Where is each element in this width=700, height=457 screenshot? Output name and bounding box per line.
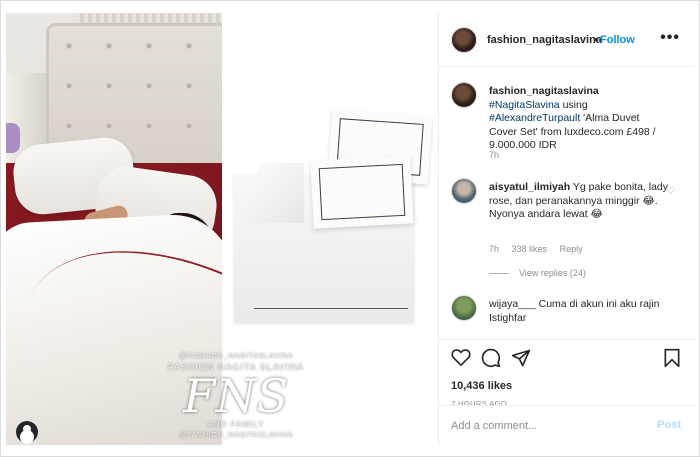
view-replies-button[interactable]: View replies (24) xyxy=(489,268,586,278)
tagged-user-icon[interactable] xyxy=(16,421,38,443)
comment-time: 7h xyxy=(489,244,500,254)
heart-icon[interactable] xyxy=(451,348,471,371)
comment-meta: 7h 338 likes Reply xyxy=(489,244,593,254)
post-header: fashion_nagitaslavina • Follow ••• xyxy=(439,13,694,67)
comment-username[interactable]: aisyatul_ilmiyah xyxy=(489,181,570,193)
caption-text: fashion_nagitaslavina #NagitaSlavina usi… xyxy=(489,85,669,153)
comment-likes[interactable]: 338 likes xyxy=(512,244,548,254)
comment-username[interactable]: wijaya___ xyxy=(489,298,536,310)
add-comment-bar: Post xyxy=(439,405,695,445)
avatar[interactable] xyxy=(451,178,477,204)
comment-text: aisyatul_ilmiyah Yg pake bonita, lady ro… xyxy=(489,181,669,222)
purple-object xyxy=(6,123,20,153)
reply-button[interactable]: Reply xyxy=(560,244,583,254)
more-options-icon[interactable]: ••• xyxy=(660,29,680,47)
product-pillowcase xyxy=(310,155,414,229)
caption-username[interactable]: fashion_nagitaslavina xyxy=(489,85,599,97)
share-icon[interactable] xyxy=(511,348,531,373)
bookmark-icon[interactable] xyxy=(663,348,681,373)
comment-icon[interactable] xyxy=(481,348,501,373)
comment-input[interactable] xyxy=(451,416,641,436)
follow-button[interactable]: Follow xyxy=(600,34,635,46)
hashtag-link[interactable]: #NagitaSlavina xyxy=(489,99,560,111)
comment-text: wijaya___ Cuma di akun ini aku rajin Ist… xyxy=(489,298,669,325)
watermark: @FASHION_NAGITASLAVINA FASHION NAGITA SL… xyxy=(166,351,306,439)
post-button[interactable]: Post xyxy=(657,419,681,431)
like-comment-heart-icon[interactable]: ♡ xyxy=(666,186,675,197)
comments-list[interactable]: fashion_nagitaslavina #NagitaSlavina usi… xyxy=(439,68,695,338)
post-sidebar: fashion_nagitaslavina • Follow ••• fashi… xyxy=(438,13,695,445)
separator-dot: • xyxy=(594,34,598,46)
likes-count[interactable]: 10,436 likes xyxy=(451,380,512,392)
watermark-handle: @FASHION_NAGITASLAVINA xyxy=(178,430,294,439)
caption-time: 7h xyxy=(489,150,500,160)
hashtag-link[interactable]: #AlexandreTurpault xyxy=(489,112,580,124)
header-username[interactable]: fashion_nagitaslavina xyxy=(487,34,602,46)
watermark-handle: @FASHION_NAGITASLAVINA xyxy=(178,351,294,360)
avatar[interactable] xyxy=(451,27,477,53)
post-media[interactable]: @FASHION_NAGITASLAVINA FASHION NAGITA SL… xyxy=(6,13,438,445)
avatar[interactable] xyxy=(451,295,477,321)
avatar[interactable] xyxy=(451,82,477,108)
watermark-logo: FNS xyxy=(183,369,289,423)
caption-fragment: using xyxy=(562,98,588,111)
